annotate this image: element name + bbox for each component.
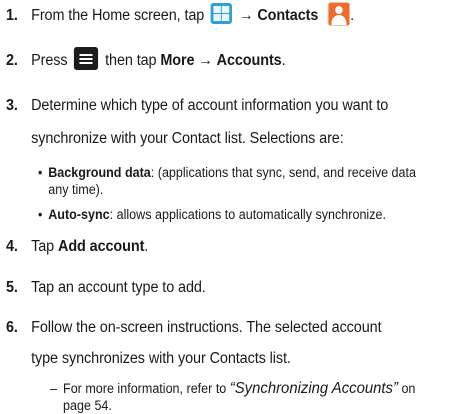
step-number: 2. — [6, 52, 18, 69]
step-2-prefix: Press — [31, 52, 68, 69]
bullet-auto-sync: • Auto-sync: allows applications to auto… — [38, 206, 439, 223]
bullet-term: Background data — [48, 165, 151, 180]
step-text-line-2: type synchronizes with your Contacts lis… — [31, 350, 291, 367]
step-number: 4. — [6, 238, 18, 255]
add-account-label: Add account — [58, 238, 145, 255]
note-text: For more information, refer to “Synchron… — [63, 380, 440, 414]
note-dash: – — [50, 381, 57, 396]
step-text: Press then tap More → Accounts. — [31, 45, 286, 76]
accounts-label: Accounts — [216, 52, 282, 69]
bullet-text: Auto-sync: allows applications to automa… — [48, 206, 439, 223]
bullet-term: Auto-sync — [48, 207, 110, 222]
more-label: More — [160, 52, 195, 69]
step-1-prefix: From the Home screen, tap — [31, 7, 205, 24]
step-4-prefix: Tap — [31, 238, 55, 255]
bullet-symbol: • — [38, 165, 43, 180]
bullet-line-1: : (applications that sync, send, and rec… — [150, 165, 417, 180]
contacts-icon — [327, 1, 351, 26]
step-2-mid: then tap — [105, 52, 157, 69]
arrow-glyph: → — [198, 52, 213, 69]
step-text-line-2: synchronize with your Contact list. Sele… — [31, 130, 344, 147]
bullet-line-2: any time). — [48, 182, 104, 197]
arrow-glyph: → — [239, 7, 254, 24]
step-number: 6. — [6, 319, 18, 336]
step-text-line-1: Determine which type of account informat… — [31, 97, 389, 114]
note-suffix: on — [397, 381, 416, 396]
contacts-label: Contacts — [257, 7, 319, 24]
step-2-suffix: . — [281, 52, 286, 69]
step-text-line-1: Follow the on-screen instructions. The s… — [31, 319, 382, 336]
bullet-line-1: : allows applications to automatically s… — [109, 207, 386, 222]
note-line-2: page 54. — [63, 398, 112, 413]
step-number: 5. — [6, 279, 18, 296]
bullet-background-data: • Background data: (applications that sy… — [38, 164, 439, 198]
synchronizing-accounts-link[interactable]: “Synchronizing Accounts” — [230, 380, 398, 397]
step-text: From the Home screen, tap → Contacts . — [31, 0, 354, 31]
bullet-text: Background data: (applications that sync… — [48, 164, 439, 198]
step-text: Tap Add account. — [31, 231, 148, 262]
instruction-page: 1. From the Home screen, tap → Contacts … — [0, 0, 473, 413]
step-number: 3. — [6, 97, 18, 114]
note-prefix: For more information, refer to — [63, 381, 230, 396]
apps-grid-icon — [210, 3, 233, 25]
step-4-suffix: . — [144, 238, 149, 255]
step-number: 1. — [6, 7, 18, 24]
bullet-symbol: • — [38, 207, 43, 222]
menu-key-icon — [74, 47, 99, 71]
step-text: Tap an account type to add. — [31, 279, 206, 296]
cross-reference-note: – For more information, refer to “Synchr… — [50, 380, 440, 414]
